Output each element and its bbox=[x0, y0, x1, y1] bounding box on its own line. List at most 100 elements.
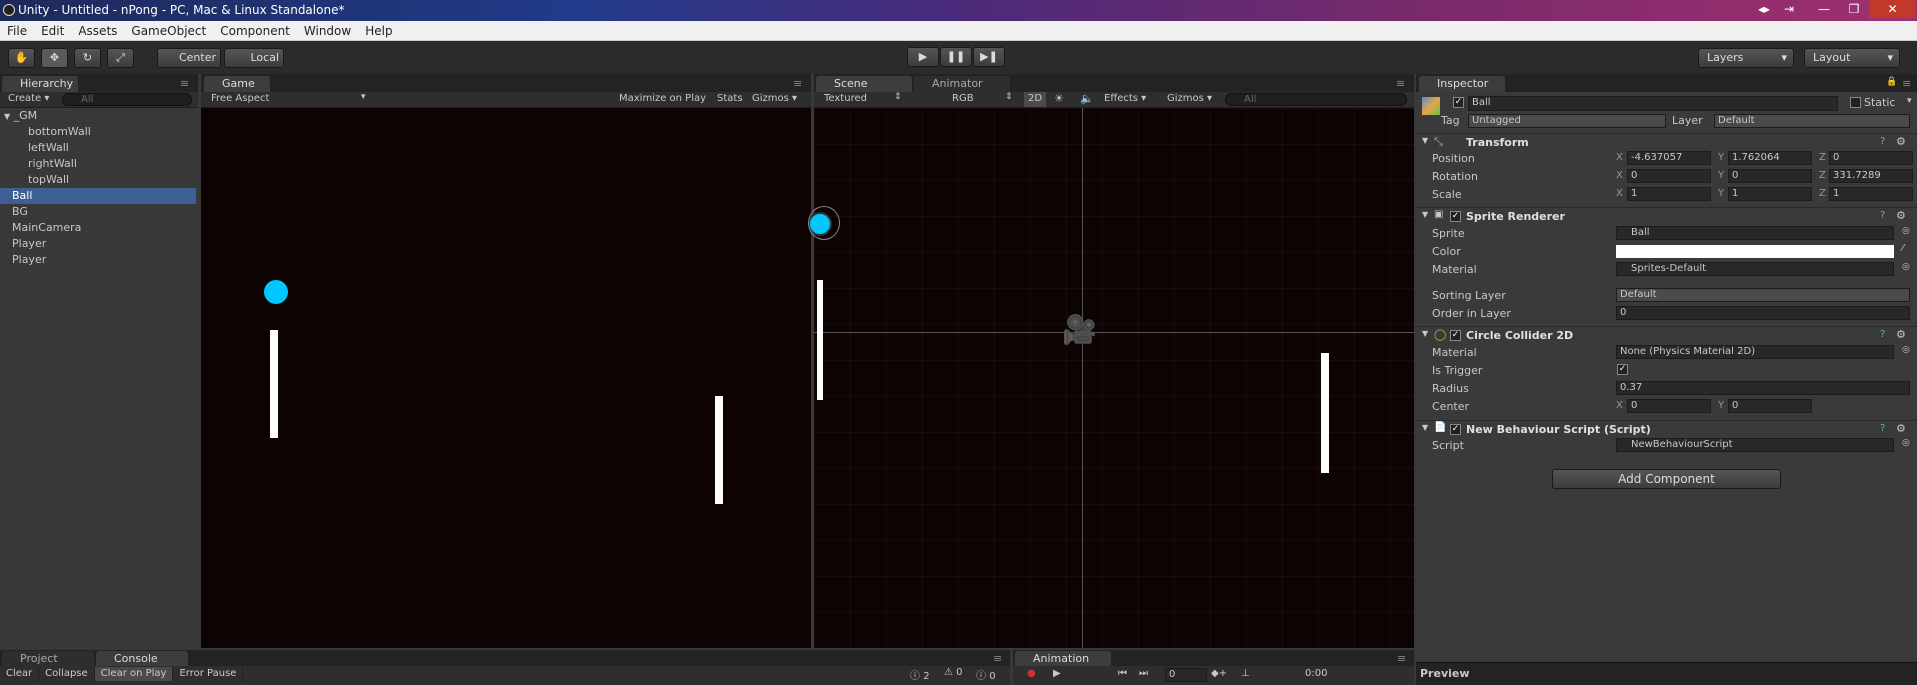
next-key-icon[interactable]: ⏭ bbox=[1139, 668, 1148, 679]
hand-tool-icon[interactable]: ✋ bbox=[8, 48, 35, 68]
object-picker-icon[interactable]: ◎ bbox=[1902, 226, 1910, 236]
render-mode-dropdown[interactable]: RGB bbox=[952, 93, 974, 104]
gizmos-dropdown[interactable]: Gizmos ▾ bbox=[752, 93, 797, 104]
list-item[interactable]: leftWall bbox=[0, 140, 196, 156]
info-count-badge[interactable]: ⓘ 2 bbox=[910, 667, 930, 682]
settings-gear-icon[interactable]: ⚙ bbox=[1896, 328, 1906, 341]
menu-component[interactable]: Component bbox=[213, 21, 297, 38]
panel-menu-icon[interactable]: ≡ bbox=[793, 77, 802, 90]
pause-icon[interactable]: ❚❚ bbox=[940, 47, 972, 67]
scale-tool-icon[interactable]: ⤢ bbox=[107, 48, 134, 68]
panel-menu-icon[interactable]: ≡ bbox=[1902, 77, 1911, 90]
error-pause-toggle[interactable]: Error Pause bbox=[173, 667, 244, 681]
scale-z-field[interactable]: 1 bbox=[1829, 187, 1913, 201]
help-icon[interactable]: ? bbox=[1880, 136, 1885, 147]
settings-gear-icon[interactable]: ⚙ bbox=[1896, 422, 1906, 435]
audio-icon[interactable]: 🔈 bbox=[1080, 92, 1094, 105]
settings-gear-icon[interactable]: ⚙ bbox=[1896, 209, 1906, 222]
layer-dropdown[interactable]: Default bbox=[1714, 114, 1910, 128]
step-icon[interactable]: ▶❚ bbox=[973, 47, 1005, 67]
scene-search[interactable]: All bbox=[1225, 93, 1407, 106]
circle-collider-header[interactable]: ▼ ◯ ✓ Circle Collider 2D ? ⚙ bbox=[1416, 326, 1917, 344]
gizmos-dropdown[interactable]: Gizmos ▾ bbox=[1167, 93, 1212, 104]
help-icon[interactable]: ? bbox=[1880, 423, 1885, 434]
list-item[interactable]: topWall bbox=[0, 172, 196, 188]
aspect-dropdown[interactable]: Free Aspect bbox=[211, 93, 361, 104]
scale-x-field[interactable]: 1 bbox=[1627, 187, 1711, 201]
collapse-button[interactable]: Collapse bbox=[39, 667, 95, 681]
foldout-arrow-icon[interactable]: ▼ bbox=[1422, 210, 1428, 219]
record-icon[interactable]: ● bbox=[1027, 668, 1036, 679]
script-field[interactable]: NewBehaviourScript bbox=[1616, 438, 1894, 452]
static-checkbox[interactable] bbox=[1850, 97, 1861, 108]
panel-menu-icon[interactable]: ≡ bbox=[1396, 77, 1405, 90]
sprite-renderer-enabled-checkbox[interactable]: ✓ bbox=[1450, 211, 1461, 222]
object-picker-icon[interactable]: ◎ bbox=[1902, 262, 1910, 272]
menu-file[interactable]: File bbox=[0, 21, 34, 38]
help-icon[interactable]: ? bbox=[1880, 329, 1885, 340]
foldout-arrow-icon[interactable]: ▼ bbox=[1422, 423, 1428, 432]
lighting-icon[interactable]: ☀ bbox=[1054, 92, 1064, 105]
pivot-center-button[interactable]: Center bbox=[157, 48, 221, 68]
layout-dropdown[interactable]: Layout ▾ bbox=[1804, 48, 1900, 68]
menu-help[interactable]: Help bbox=[358, 21, 399, 38]
maximize-on-play-toggle[interactable]: Maximize on Play bbox=[619, 93, 706, 104]
create-dropdown[interactable]: Create ▾ bbox=[8, 93, 49, 104]
script-component-header[interactable]: ▼ 📄 ✓ New Behaviour Script (Script) ? ⚙ bbox=[1416, 420, 1917, 438]
tab-scene[interactable]: Scene bbox=[816, 76, 912, 92]
tab-animator[interactable]: Animator bbox=[914, 76, 1010, 92]
sprite-field[interactable]: Ball bbox=[1616, 226, 1894, 240]
rotate-tool-icon[interactable]: ↻ bbox=[74, 48, 101, 68]
clear-button[interactable]: Clear bbox=[0, 667, 40, 681]
preview-bar[interactable]: Preview bbox=[1416, 662, 1917, 685]
script-enabled-checkbox[interactable]: ✓ bbox=[1450, 424, 1461, 435]
error-count-badge[interactable]: ⓘ 0 bbox=[976, 667, 996, 682]
is-trigger-checkbox[interactable]: ✓ bbox=[1617, 364, 1628, 375]
lock-icon[interactable]: 🔒 bbox=[1886, 77, 1897, 87]
scale-y-field[interactable]: 1 bbox=[1728, 187, 1812, 201]
restore-arrows-icon[interactable]: ◂▸ bbox=[1752, 0, 1776, 18]
tab-game[interactable]: Game bbox=[204, 76, 270, 92]
material-field[interactable]: Sprites-Default bbox=[1616, 262, 1894, 276]
settings-gear-icon[interactable]: ⚙ bbox=[1896, 135, 1906, 148]
2d-mode-toggle[interactable]: 2D bbox=[1024, 92, 1047, 107]
warning-count-badge[interactable]: ⚠ 0 bbox=[944, 667, 963, 678]
panel-menu-icon[interactable]: ≡ bbox=[993, 652, 1002, 665]
list-item[interactable]: ▼ _GM bbox=[0, 108, 196, 124]
exit-icon[interactable]: ⇥ bbox=[1778, 0, 1800, 18]
game-view[interactable] bbox=[201, 108, 811, 648]
sorting-layer-dropdown[interactable]: Default bbox=[1616, 288, 1910, 302]
sprite-renderer-header[interactable]: ▼ ▣ ✓ Sprite Renderer ? ⚙ bbox=[1416, 207, 1917, 225]
menu-edit[interactable]: Edit bbox=[34, 21, 71, 38]
list-item[interactable]: rightWall bbox=[0, 156, 196, 172]
camera-gizmo-icon[interactable]: 🎥 bbox=[1062, 316, 1097, 344]
play-icon[interactable]: ▶ bbox=[1053, 668, 1061, 679]
maximize-icon[interactable]: ❐ bbox=[1843, 0, 1865, 18]
minimize-icon[interactable]: — bbox=[1813, 0, 1835, 18]
object-name-field[interactable]: Ball bbox=[1468, 96, 1838, 111]
panel-menu-icon[interactable]: ≡ bbox=[1397, 652, 1406, 665]
add-event-icon[interactable]: ⊥ bbox=[1241, 668, 1250, 679]
transform-header[interactable]: ▼ ⤡ Transform ? ⚙ bbox=[1416, 133, 1917, 151]
foldout-arrow-icon[interactable]: ▼ bbox=[1422, 136, 1428, 145]
list-item[interactable]: MainCamera bbox=[0, 220, 196, 236]
stats-toggle[interactable]: Stats bbox=[717, 93, 743, 104]
menu-window[interactable]: Window bbox=[297, 21, 358, 38]
rotation-z-field[interactable]: 331.7289 bbox=[1829, 169, 1913, 183]
move-tool-icon[interactable]: ✥ bbox=[41, 48, 68, 68]
rotation-x-field[interactable]: 0 bbox=[1627, 169, 1711, 183]
position-x-field[interactable]: -4.637057 bbox=[1627, 151, 1711, 165]
draw-mode-dropdown[interactable]: Textured bbox=[824, 93, 867, 104]
radius-field[interactable]: 0.37 bbox=[1616, 381, 1910, 395]
layers-dropdown[interactable]: Layers ▾ bbox=[1698, 48, 1794, 68]
object-picker-icon[interactable]: ◎ bbox=[1902, 345, 1910, 355]
clear-on-play-toggle[interactable]: Clear on Play bbox=[94, 667, 174, 681]
previous-key-icon[interactable]: ⏮ bbox=[1118, 668, 1127, 679]
tab-hierarchy[interactable]: Hierarchy bbox=[2, 76, 78, 92]
eyedropper-icon[interactable]: ⁄ bbox=[1902, 243, 1904, 254]
list-item[interactable]: BG bbox=[0, 204, 196, 220]
menu-gameobject[interactable]: GameObject bbox=[124, 21, 213, 38]
list-item[interactable]: Player bbox=[0, 236, 196, 252]
collider-enabled-checkbox[interactable]: ✓ bbox=[1450, 330, 1461, 341]
hierarchy-search[interactable]: All bbox=[62, 93, 192, 106]
